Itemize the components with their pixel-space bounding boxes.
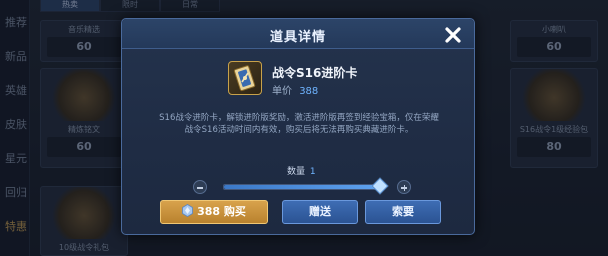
item-description: S16战令进阶卡，解锁进阶版奖励，激活进阶版再签到经验宝箱，仅在荣耀战令S16活…	[159, 113, 439, 135]
close-button[interactable]	[442, 24, 464, 46]
buy-button-label: 388 购买	[197, 205, 246, 218]
quantity-slider-handle[interactable]	[371, 177, 389, 195]
quantity-slider[interactable]	[223, 184, 381, 190]
coupon-icon	[182, 204, 193, 217]
request-button[interactable]: 索要	[365, 200, 441, 224]
item-name: 战令S16进阶卡	[272, 66, 358, 80]
quantity-slider-fill	[224, 185, 380, 189]
gift-button[interactable]: 赠送	[282, 200, 358, 224]
item-icon-frame	[228, 61, 262, 95]
buy-button[interactable]: 388 购买	[160, 200, 268, 224]
close-icon	[445, 27, 461, 43]
increase-quantity-button[interactable]	[397, 180, 411, 194]
quantity-value: 1	[309, 167, 316, 177]
battle-pass-card-icon	[233, 65, 256, 92]
unit-price: 单价 388	[272, 82, 318, 97]
price-label: 单价	[272, 86, 292, 97]
quantity-label: 数量 1	[287, 164, 316, 177]
dialog-title: 道具详情	[269, 30, 326, 45]
item-detail-dialog: 道具详情 战令S16进阶卡 单价 388 S16战令进阶卡，解锁进阶版奖励，激活…	[121, 18, 475, 235]
decrease-quantity-button[interactable]	[193, 180, 207, 194]
price-value: 388	[299, 86, 319, 97]
dialog-header: 道具详情	[122, 19, 474, 49]
quantity-label-text: 数量	[287, 167, 306, 177]
